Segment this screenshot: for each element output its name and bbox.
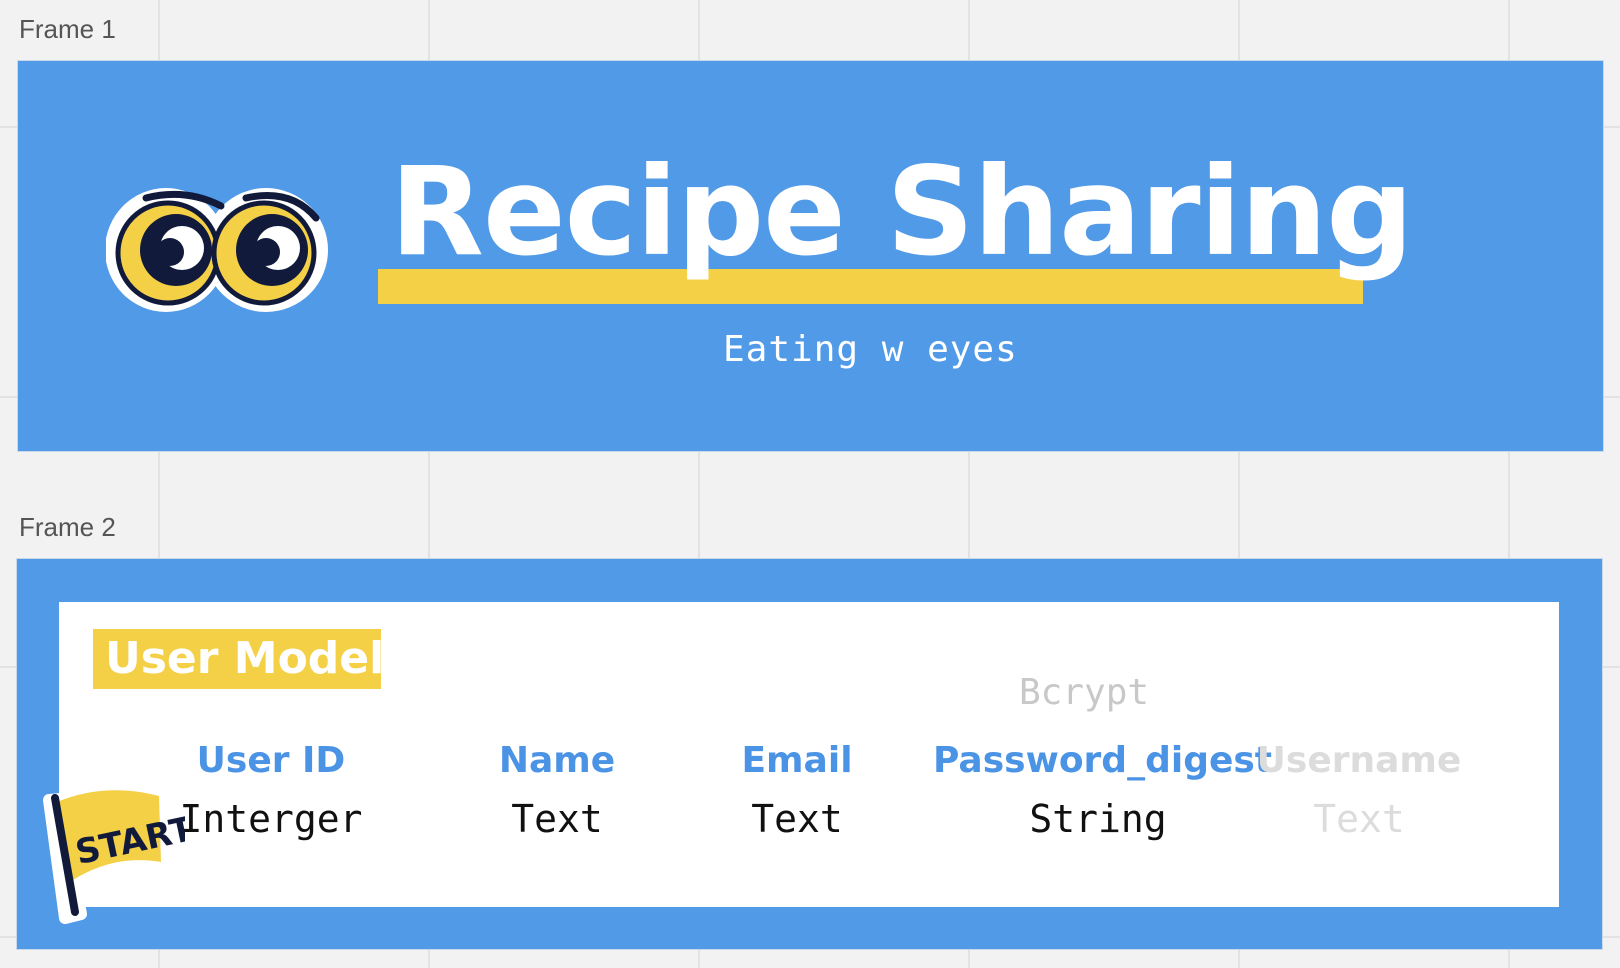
frame-2-label[interactable]: Frame 2 [19,512,116,543]
field-name[interactable]: User ID [121,737,421,785]
googly-eyes-icon [106,188,328,312]
field-type[interactable]: Text [647,795,947,843]
field-email: Email Text [647,737,947,843]
frame-2[interactable]: User Model Bcrypt User ID Interger Name … [17,559,1602,949]
field-type[interactable]: Text [1209,795,1509,843]
field-name[interactable]: Username [1209,737,1509,785]
field-name[interactable]: Email [647,737,947,785]
model-title[interactable]: User Model [105,631,384,687]
frame-1-label[interactable]: Frame 1 [19,14,116,45]
model-card[interactable]: User Model Bcrypt User ID Interger Name … [59,602,1559,907]
field-username: Username Text [1209,737,1509,843]
start-flag-icon[interactable]: START [35,784,185,924]
page-subtitle[interactable]: Eating w eyes [723,329,1018,370]
bcrypt-note[interactable]: Bcrypt [1019,672,1149,713]
page-title[interactable]: Recipe Sharing [390,151,1414,273]
frame-1[interactable]: Recipe Sharing Eating w eyes [18,61,1603,451]
